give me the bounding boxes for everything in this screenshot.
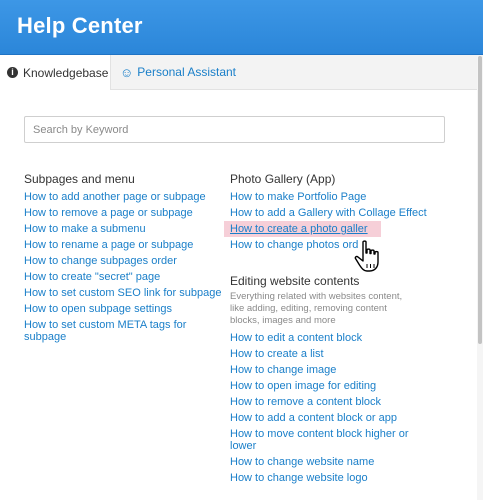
help-link[interactable]: How to change image	[230, 364, 430, 376]
tab-bar: i Knowledgebase ☺ Personal Assistant	[0, 55, 477, 90]
help-link[interactable]: How to add another page or subpage	[24, 191, 224, 203]
help-link[interactable]: How to edit a content block	[230, 332, 430, 344]
help-link[interactable]: How to set custom META tags for subpage	[24, 319, 224, 343]
help-center-window: Help Center i Knowledgebase ☺ Personal A…	[0, 0, 483, 500]
search-field[interactable]	[24, 116, 445, 143]
photo-gallery-section: Photo Gallery (App) How to make Portfoli…	[224, 172, 430, 251]
info-icon: i	[7, 67, 18, 78]
tab-personal-assistant[interactable]: ☺ Personal Assistant	[111, 55, 251, 89]
help-link[interactable]: How to open image for editing	[230, 380, 430, 392]
help-link[interactable]: How to create "secret" page	[24, 271, 224, 283]
section-description: Everything related with websites content…	[230, 291, 403, 326]
page-title: Help Center	[17, 13, 143, 38]
help-link[interactable]: How to change photos ord	[230, 239, 430, 251]
help-link[interactable]: How to make a submenu	[24, 223, 224, 235]
search-input[interactable]	[25, 117, 444, 142]
tab-knowledgebase[interactable]: i Knowledgebase	[0, 55, 111, 90]
help-link[interactable]: How to remove a content block	[230, 396, 430, 408]
section-title: Editing website contents	[230, 274, 360, 288]
help-link-hovered[interactable]: How to create a photo galler	[224, 221, 381, 237]
subpages-section: Subpages and menu How to add another pag…	[24, 172, 224, 347]
help-link[interactable]: How to rename a page or subpage	[24, 239, 224, 251]
help-link[interactable]: How to change website logo	[230, 472, 430, 484]
help-link[interactable]: How to change subpages order	[24, 255, 224, 267]
section-title: Subpages and menu	[24, 172, 135, 186]
help-link[interactable]: How to remove a page or subpage	[24, 207, 224, 219]
help-link[interactable]: How to open subpage settings	[24, 303, 224, 315]
help-link[interactable]: How to make Portfolio Page	[230, 191, 430, 203]
scrollbar-thumb[interactable]	[478, 56, 482, 344]
section-title: Photo Gallery (App)	[230, 172, 336, 186]
tab-label: Knowledgebase	[23, 65, 109, 80]
help-link[interactable]: How to move content block higher or lowe…	[230, 428, 430, 452]
header-bar: Help Center	[0, 0, 483, 55]
help-link[interactable]: How to add a content block or app	[230, 412, 430, 424]
editing-section: Editing website contents Everything rela…	[230, 274, 430, 484]
right-column: Photo Gallery (App) How to make Portfoli…	[224, 172, 430, 488]
help-link[interactable]: How to create a list	[230, 348, 430, 360]
hand-cursor-icon	[354, 240, 379, 272]
help-link[interactable]: How to add a Gallery with Collage Effect	[230, 207, 430, 219]
smiley-icon: ☺	[120, 64, 134, 80]
help-link[interactable]: How to set custom SEO link for subpage	[24, 287, 224, 299]
help-link[interactable]: How to change website name	[230, 456, 430, 468]
tab-label: Personal Assistant	[137, 65, 236, 79]
